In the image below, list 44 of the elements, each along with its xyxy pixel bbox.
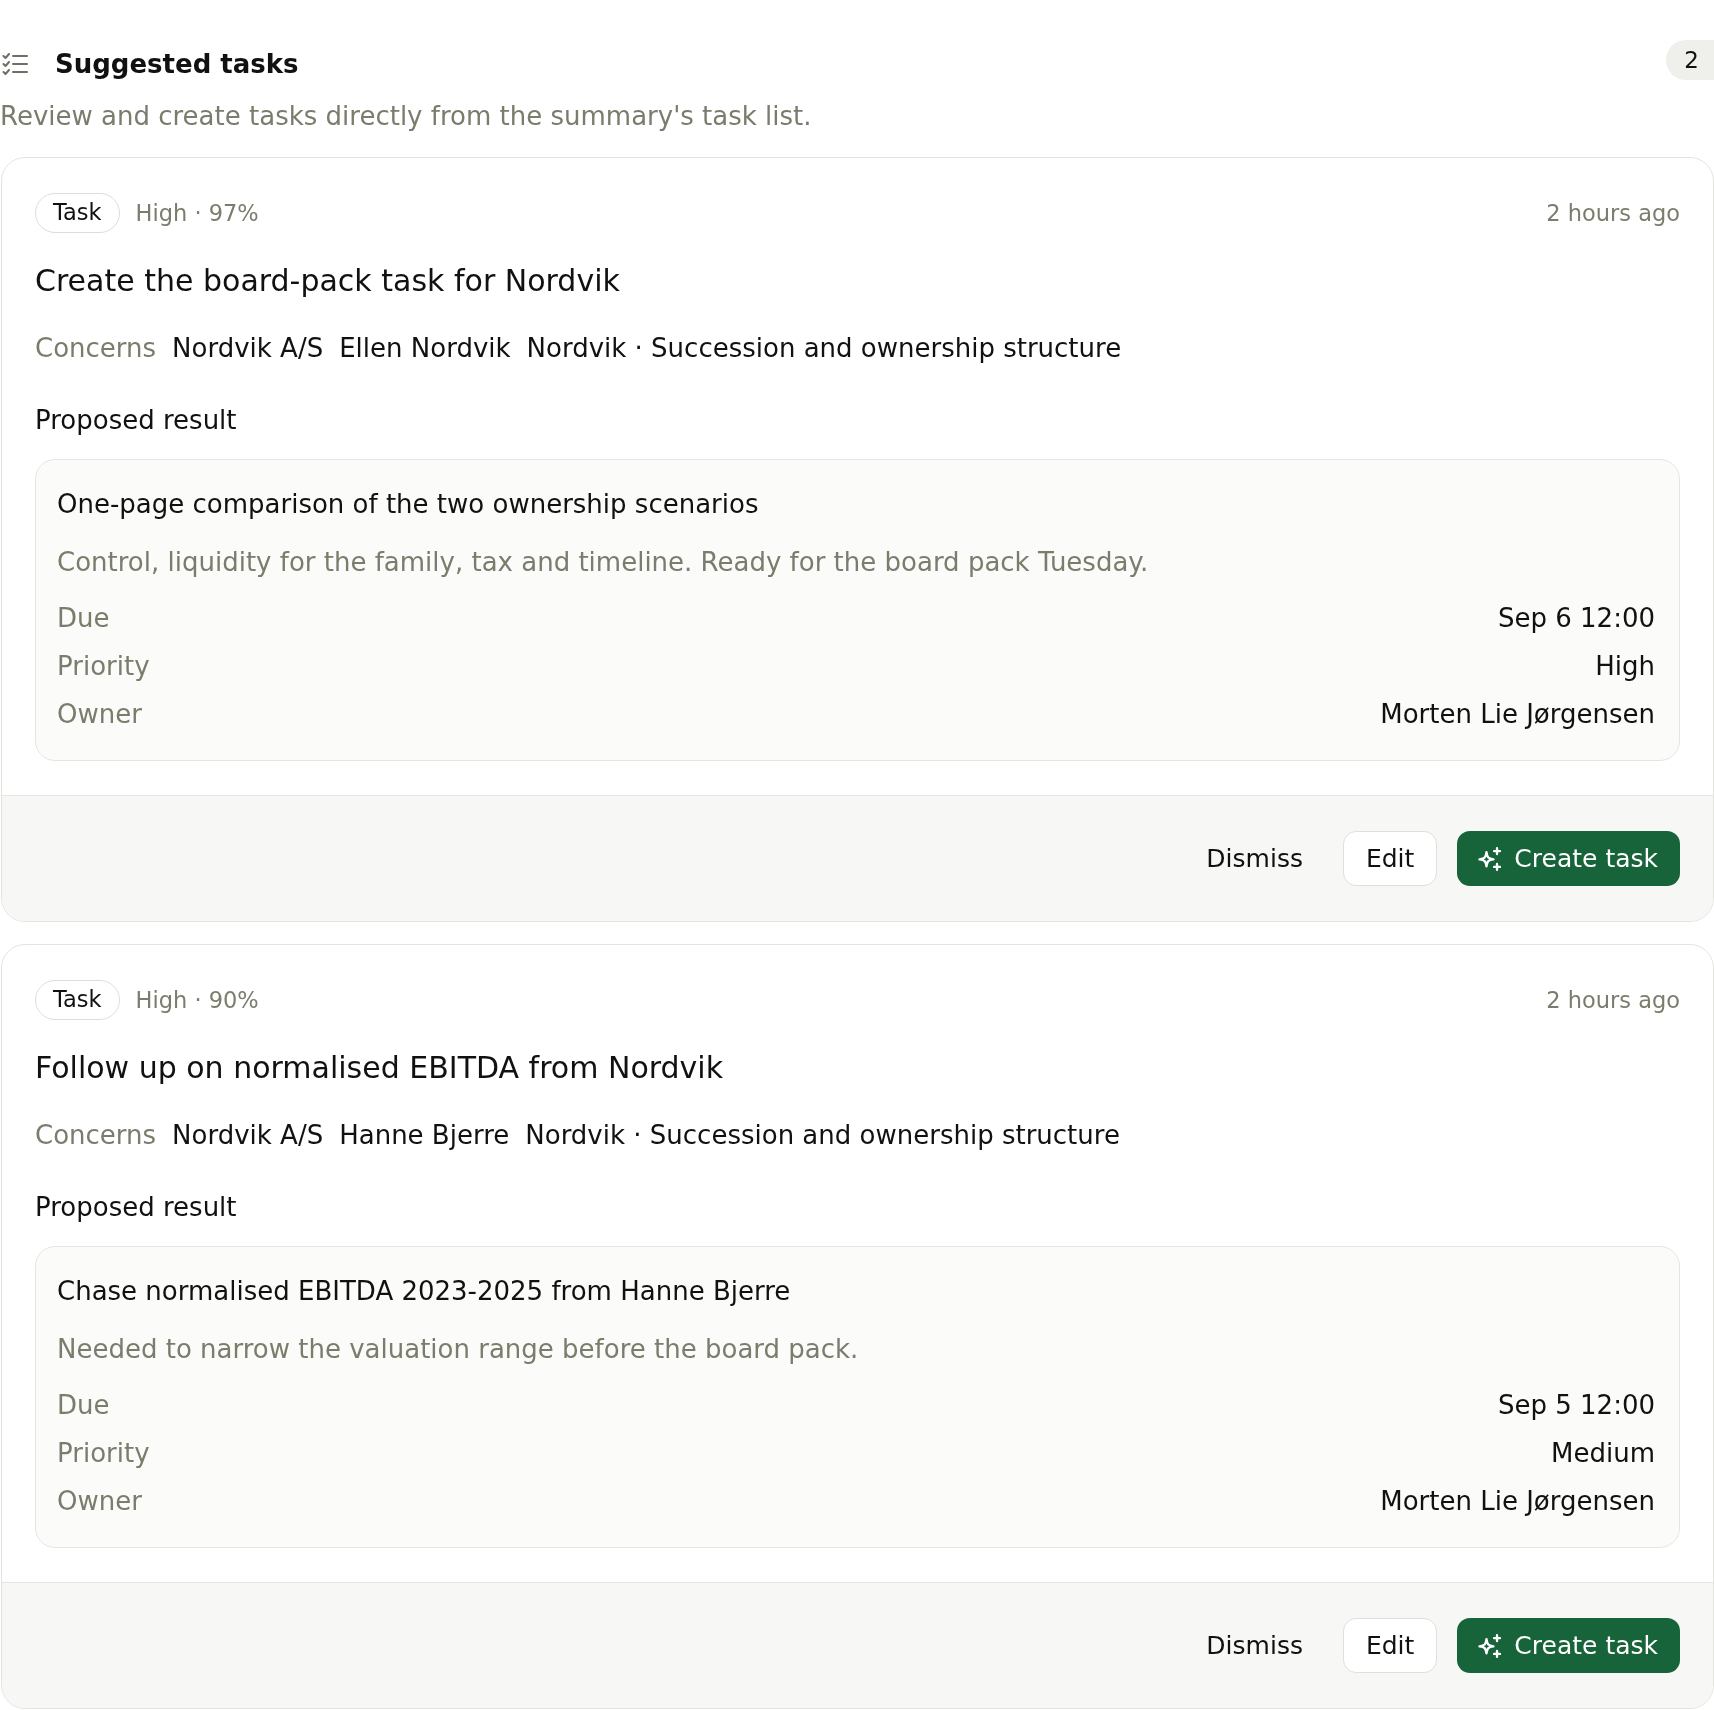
confidence-label: High · 90% — [135, 987, 259, 1013]
detail-label: Owner — [57, 698, 142, 731]
result-description: Needed to narrow the valuation range before the board pack. — [57, 1333, 860, 1366]
checklist-icon — [2, 53, 28, 75]
result-title: Chase normalised EBITDA 2023-2025 from Hanne Bjerre — [57, 1275, 792, 1308]
confidence-label: High · 97% — [135, 200, 259, 226]
dismiss-button[interactable]: Dismiss — [1186, 831, 1323, 886]
detail-label: Priority — [57, 1437, 150, 1470]
count-badge: 2 — [1666, 40, 1714, 80]
dismiss-button[interactable]: Dismiss — [1186, 1618, 1323, 1673]
concern-item: Nordvik A/S — [172, 1119, 324, 1152]
result-heading: Proposed result — [35, 1191, 238, 1224]
timestamp: 2 hours ago — [1546, 987, 1680, 1013]
detail-label: Due — [57, 602, 110, 635]
concern-item: Nordvik · Succession and ownership structure — [525, 1119, 1120, 1152]
concern-item: Hanne Bjerre — [339, 1119, 510, 1152]
detail-value: Sep 6 12:00 — [1498, 602, 1655, 635]
section-subtitle: Review and create tasks directly from the summary's task list. — [0, 100, 813, 133]
detail-label: Priority — [57, 650, 150, 683]
result-description: Control, liquidity for the family, tax and timeline. Ready for the board pack Tuesday. — [57, 546, 1150, 579]
detail-value: Morten Lie Jørgensen — [1380, 1485, 1655, 1518]
section-title: Suggested tasks — [55, 48, 300, 81]
task-title: Create the board-pack task for Nordvik — [35, 262, 621, 300]
edit-button[interactable]: Edit — [1342, 1618, 1438, 1673]
detail-value: Medium — [1551, 1437, 1655, 1470]
detail-value: Sep 5 12:00 — [1498, 1389, 1655, 1422]
edit-button[interactable]: Edit — [1342, 831, 1438, 886]
concerns-label: Concerns — [35, 1119, 157, 1152]
concerns-label: Concerns — [35, 332, 157, 365]
concern-item: Nordvik · Succession and ownership structure — [526, 332, 1122, 365]
detail-label: Owner — [57, 1485, 142, 1518]
timestamp: 2 hours ago — [1546, 200, 1680, 226]
detail-label: Due — [57, 1389, 110, 1422]
detail-value: Morten Lie Jørgensen — [1380, 698, 1655, 731]
result-heading: Proposed result — [35, 404, 238, 437]
result-title: One-page comparison of the two ownership scenarios — [57, 488, 760, 521]
create-task-button[interactable]: Create task — [1457, 831, 1680, 886]
create-task-button[interactable]: Create task — [1457, 1618, 1680, 1673]
sparkle-icon — [1478, 1633, 1503, 1658]
sparkle-icon — [1478, 846, 1503, 871]
concern-item: Ellen Nordvik — [339, 332, 511, 365]
task-title: Follow up on normalised EBITDA from Nordvik — [35, 1049, 725, 1087]
concern-item: Nordvik A/S — [172, 332, 324, 365]
detail-value: High — [1595, 650, 1655, 683]
